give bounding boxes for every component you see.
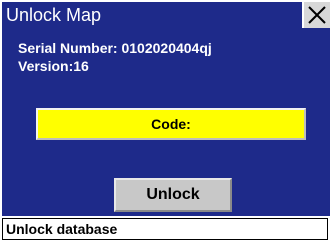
title-bar: Unlock Map <box>2 2 330 28</box>
unlock-button-label: Unlock <box>146 186 200 203</box>
code-input-field[interactable]: Code: <box>36 108 306 140</box>
content-panel: Serial Number: 0102020404qj Version:16 C… <box>2 28 330 216</box>
window-title: Unlock Map <box>6 5 102 25</box>
version-text: Version:16 <box>18 58 89 74</box>
code-label: Code: <box>151 116 191 132</box>
serial-number-text: Serial Number: 0102020404qj <box>18 40 212 56</box>
status-text: Unlock database <box>6 221 118 237</box>
close-icon <box>308 6 326 24</box>
status-bar: Unlock database <box>2 218 328 240</box>
unlock-map-dialog: Unlock Map Serial Number: 0102020404qj V… <box>0 0 332 242</box>
close-button[interactable] <box>302 2 330 28</box>
unlock-button[interactable]: Unlock <box>114 178 232 212</box>
